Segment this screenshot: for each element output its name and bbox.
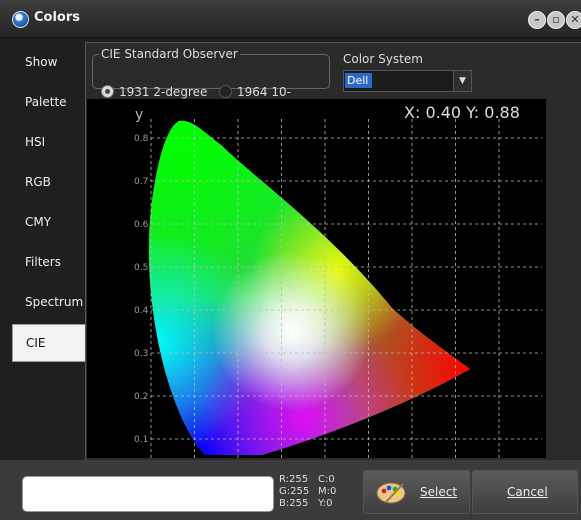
chevron-down-icon[interactable]: ▼	[453, 71, 471, 91]
coordinate-readout: X: 0.40 Y: 0.88	[404, 103, 520, 122]
cie-chart-svg[interactable]: 0.8 0.7 0.6 0.5 0.4 0.3 0.2 0.1 y X: 0.40 Y: 0.…	[87, 99, 546, 458]
yellow-value: Y:0	[318, 498, 333, 509]
observer-1964-radio[interactable]: 1964 10-degree	[219, 85, 329, 113]
y-tick-label: 0.1	[134, 435, 148, 445]
sidebar-item-spectrum[interactable]: Spectrum	[12, 282, 85, 322]
y-tick-label: 0.7	[134, 177, 148, 187]
gamut-region[interactable]	[87, 99, 546, 458]
color-system-label: Color System	[343, 52, 423, 66]
observer-1931-radio[interactable]: 1931 2-degree	[101, 85, 207, 99]
sidebar-item-show[interactable]: Show	[12, 42, 85, 82]
window-title: Colors	[34, 10, 81, 25]
y-ticks: 0.8 0.7 0.6 0.5 0.4 0.3 0.2 0.1	[134, 134, 149, 445]
y-tick-label: 0.5	[134, 263, 148, 273]
green-value: G:255	[279, 486, 310, 497]
title-bar: Colors – ▫ ✕	[0, 0, 581, 38]
palette-icon	[376, 482, 406, 504]
observer-group: CIE Standard Observer 1931 2-degree 1964…	[92, 47, 330, 113]
sidebar: Show Palette HSI RGB CMY Filters Spectru…	[12, 42, 96, 362]
select-label: Select	[420, 485, 458, 499]
sidebar-item-cmy[interactable]: CMY	[12, 202, 85, 242]
color-system-value: Dell	[345, 73, 372, 88]
observer-legend: CIE Standard Observer	[101, 47, 238, 61]
cie-chart[interactable]: 0.8 0.7 0.6 0.5 0.4 0.3 0.2 0.1 y X: 0.40 Y: 0.…	[87, 99, 546, 458]
app-icon	[12, 11, 29, 28]
sidebar-item-rgb[interactable]: RGB	[12, 162, 85, 202]
y-tick-label: 0.2	[134, 392, 148, 402]
y-axis-label: y	[135, 107, 143, 123]
sidebar-item-palette[interactable]: Palette	[12, 82, 85, 122]
color-system-select[interactable]: Dell ▼	[343, 70, 472, 92]
blue-value: B:255	[279, 498, 309, 509]
close-icon[interactable]: ✕	[566, 11, 581, 29]
sidebar-item-hsi[interactable]: HSI	[12, 122, 85, 162]
observer-1931-label: 1931 2-degree	[119, 85, 208, 99]
y-tick-label: 0.8	[134, 134, 149, 144]
restore-icon[interactable]: ▫	[547, 11, 565, 29]
red-value: R:255	[279, 474, 309, 485]
radio-checked-icon	[101, 85, 114, 98]
y-tick-label: 0.6	[134, 220, 149, 230]
rgb-values: R:255 G:255 B:255	[279, 474, 309, 510]
y-tick-label: 0.4	[134, 306, 149, 316]
sidebar-item-filters[interactable]: Filters	[12, 242, 85, 282]
current-color-swatch	[22, 476, 274, 512]
cyan-value: C:0	[318, 474, 335, 485]
minimize-icon[interactable]: –	[528, 11, 546, 29]
sidebar-item-cie[interactable]: CIE	[12, 324, 96, 362]
y-tick-label: 0.3	[134, 349, 148, 359]
cmy-values: C:0 M:0 Y:0	[318, 474, 336, 510]
radio-unchecked-icon	[219, 85, 232, 98]
select-button[interactable]: Select	[363, 470, 470, 514]
cancel-label: Cancel	[507, 485, 548, 499]
magenta-value: M:0	[318, 486, 337, 497]
cancel-button[interactable]: Cancel	[472, 470, 578, 514]
